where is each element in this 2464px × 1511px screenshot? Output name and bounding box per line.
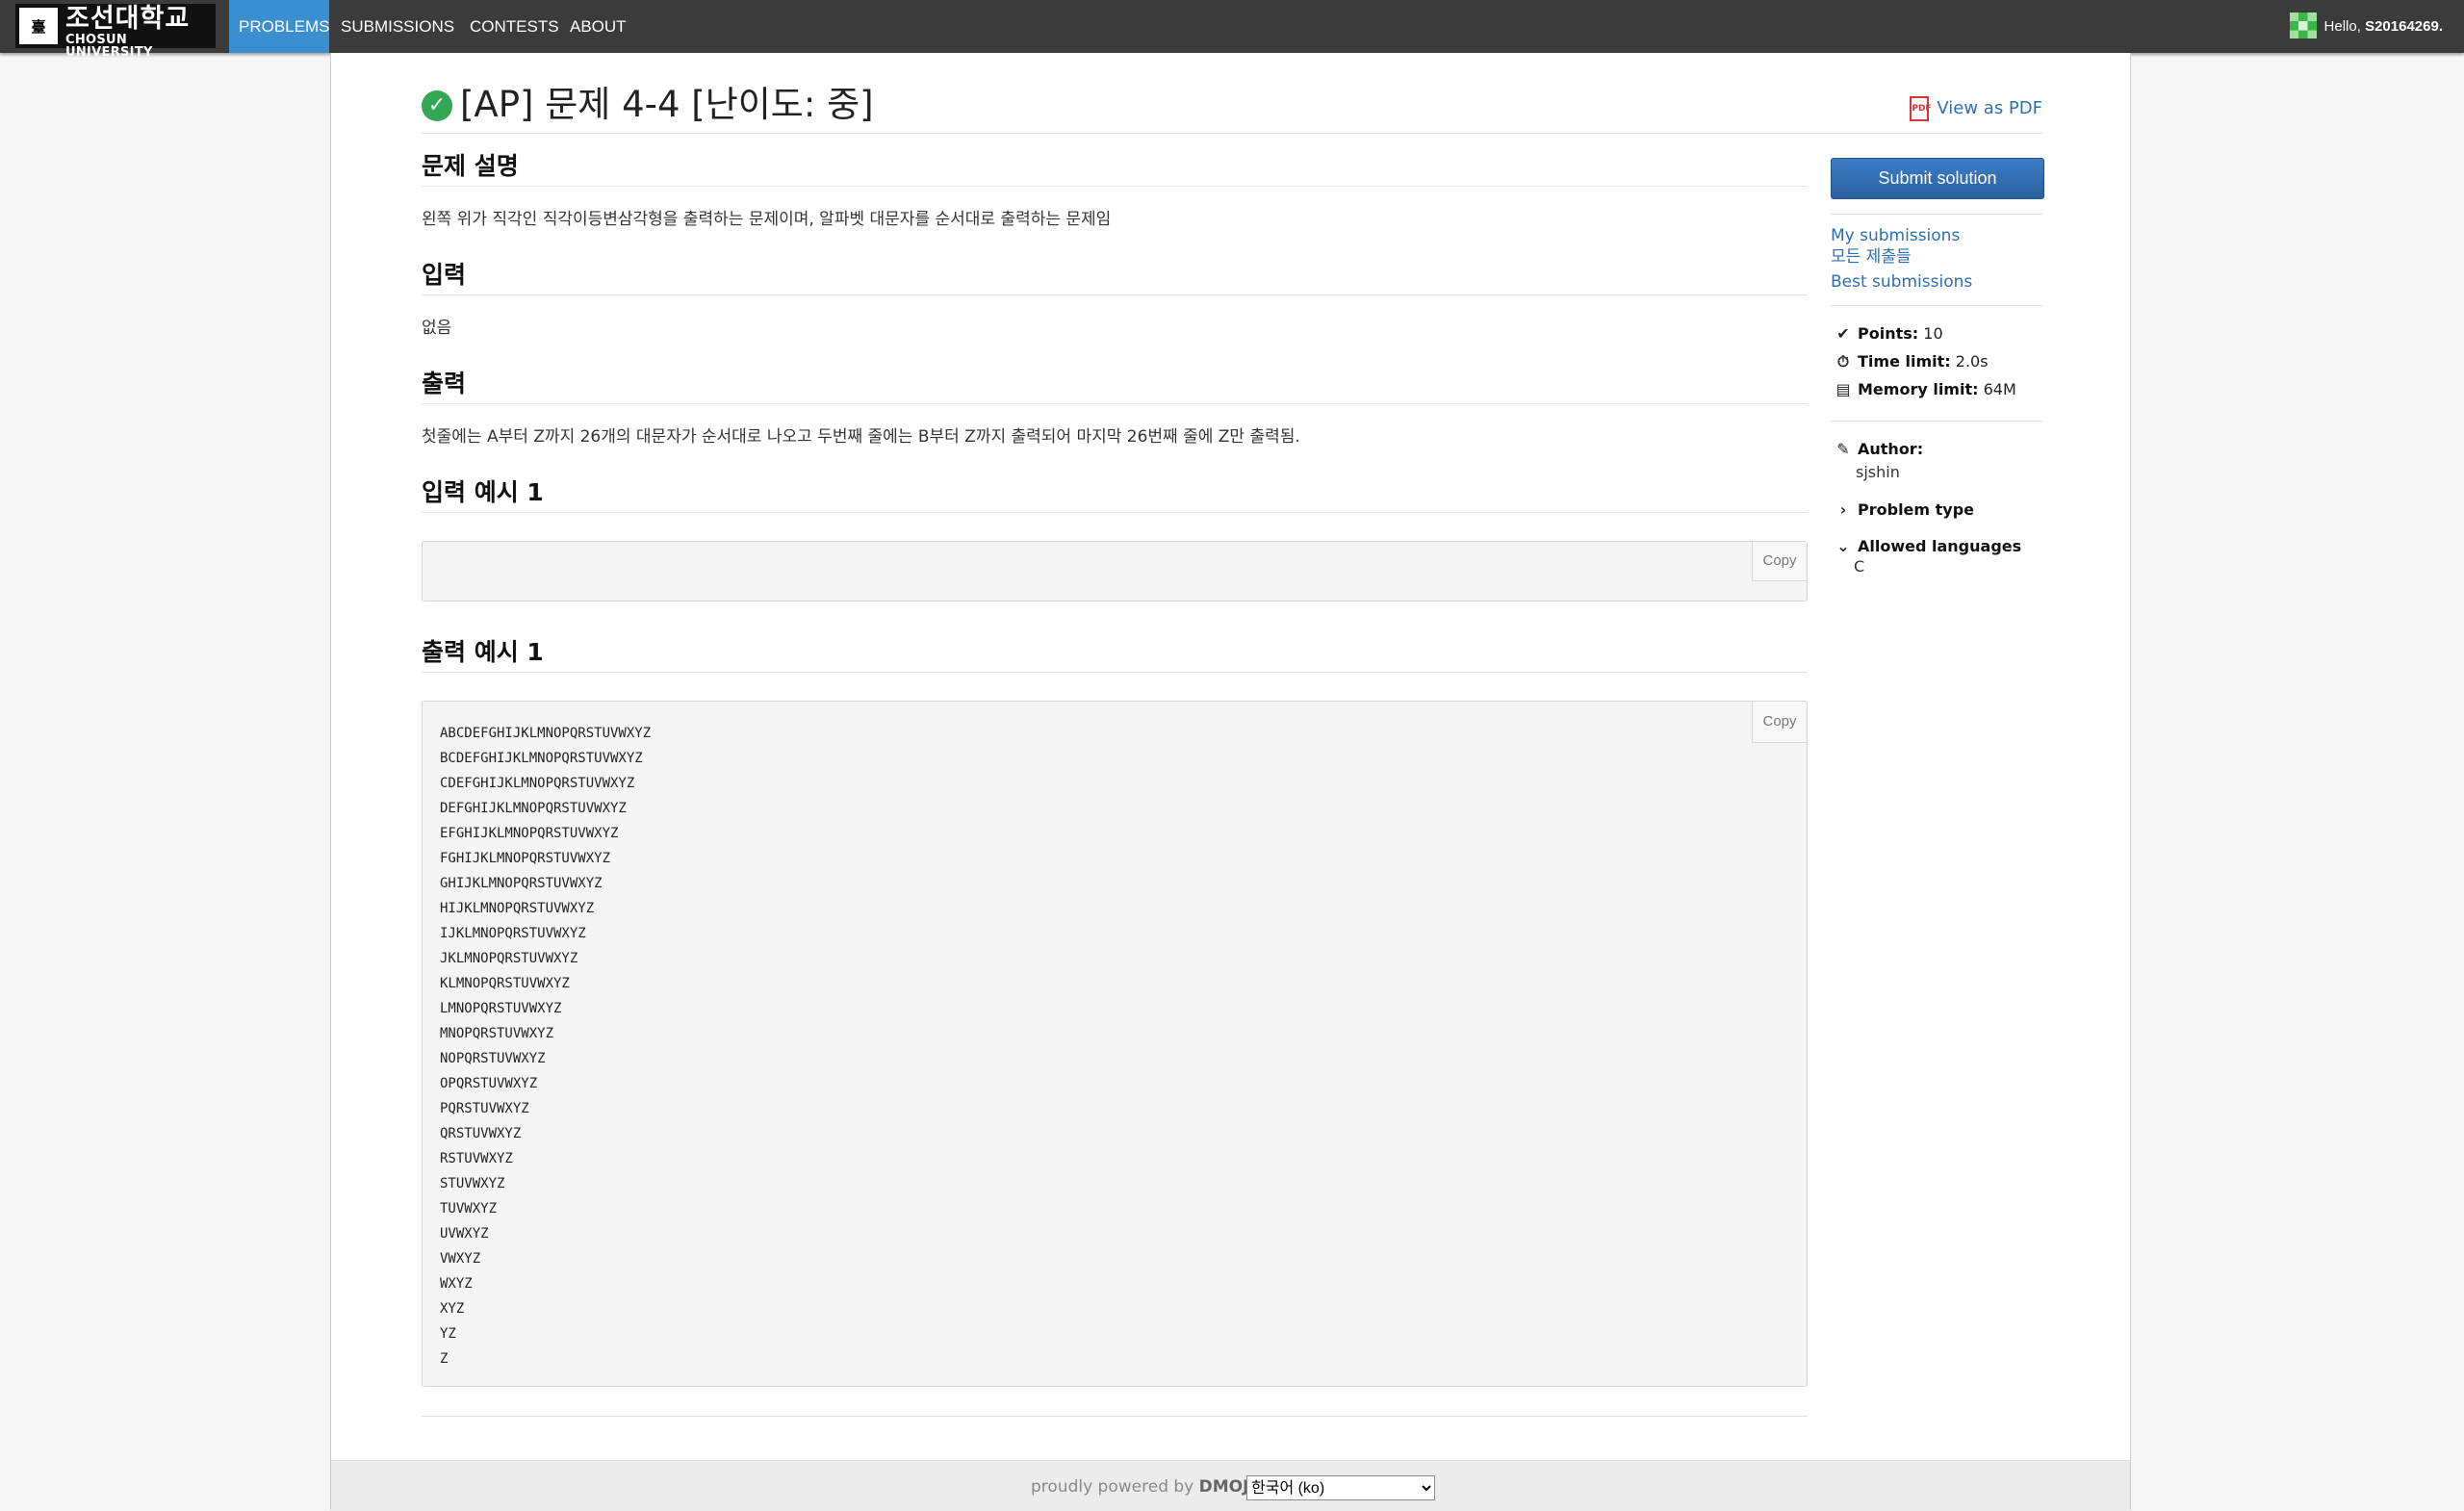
language-select[interactable]: 한국어 (ko) (1246, 1475, 1435, 1500)
memory-limit-label: Memory limit: (1858, 380, 1979, 398)
input-heading: 입력 (422, 260, 1808, 295)
nav-contests[interactable]: CONTESTS (460, 0, 559, 53)
user-avatar-icon (2289, 12, 2317, 39)
logo-text-korean: 조선대학교 (65, 4, 191, 34)
sample-output-line: QRSTUVWXYZ (440, 1126, 522, 1141)
time-limit-info: ⏱ Time limit: 2.0s (1835, 350, 1989, 373)
sample-output-line: FGHIJKLMNOPQRSTUVWXYZ (440, 851, 611, 866)
sample-output-line: YZ (440, 1326, 456, 1342)
footer: proudly powered by DMOJ | 한국어 (ko) (331, 1460, 2130, 1511)
sample-input-code (423, 542, 1807, 576)
points-value: 10 (1923, 324, 1943, 343)
logo-text-english: CHOSUN UNIVERSITY (65, 33, 153, 60)
copy-output-button[interactable]: Copy (1752, 702, 1807, 743)
chevron-right-icon: › (1839, 500, 1847, 519)
sample-output-line: CDEFGHIJKLMNOPQRSTUVWXYZ (440, 776, 635, 791)
pdf-icon: PDF (1910, 96, 1932, 121)
sample-output-box: ABCDEFGHIJKLMNOPQRSTUVWXYZ BCDEFGHIJKLMN… (422, 701, 1808, 1387)
user-greeting: Hello, (2323, 18, 2361, 35)
points-label: Points: (1858, 324, 1919, 343)
sample-output-line: XYZ (440, 1301, 465, 1317)
author-label: Author: (1858, 440, 1924, 458)
my-submissions-link[interactable]: My submissions (1831, 224, 1960, 247)
page-title: [AP] 문제 4-4 [난이도: 중] (460, 84, 874, 125)
sample-output-line: LMNOPQRSTUVWXYZ (440, 1001, 562, 1016)
sample-output-heading: 출력 예시 1 (422, 637, 1808, 673)
user-name: S20164269. (2365, 18, 2443, 35)
problem-type-label: Problem type (1858, 500, 1975, 519)
all-submissions-link[interactable]: 모든 제출들 (1831, 245, 1912, 269)
sidebar-divider (1831, 214, 2042, 215)
output-heading: 출력 (422, 369, 1808, 404)
memory-icon: ▤ (1835, 380, 1851, 398)
description-text: 왼쪽 위가 직각인 직각이등변삼각형을 출력하는 문제이며, 알파벳 대문자를 … (422, 210, 1112, 229)
sample-output-line: ABCDEFGHIJKLMNOPQRSTUVWXYZ (440, 726, 652, 741)
problem-title-row: ✓ [AP] 문제 4-4 [난이도: 중] PDF View as PDF (422, 79, 2042, 134)
sample-output-line: TUVWXYZ (440, 1201, 498, 1216)
sample-output-line: Z (440, 1351, 449, 1367)
allowed-languages-label: Allowed languages (1858, 537, 2022, 555)
sample-input-box: Copy (422, 541, 1808, 602)
sidebar-divider (1831, 421, 2042, 422)
view-pdf-link[interactable]: PDF View as PDF (1910, 96, 2042, 121)
best-submissions-link[interactable]: Best submissions (1831, 270, 1972, 294)
points-info: ✔ Points: 10 (1835, 322, 1943, 346)
sample-output-code: ABCDEFGHIJKLMNOPQRSTUVWXYZ BCDEFGHIJKLMN… (440, 721, 651, 1371)
author-info: ✎ Author: (1835, 438, 1923, 461)
time-limit-value: 2.0s (1955, 352, 1989, 371)
sample-output-line: VWXYZ (440, 1251, 481, 1267)
sample-output-line: STUVWXYZ (440, 1176, 505, 1191)
nav-about[interactable]: ABOUT (560, 0, 635, 53)
sample-output-line: PQRSTUVWXYZ (440, 1101, 529, 1116)
clock-icon: ⏱ (1836, 352, 1850, 371)
memory-limit-info: ▤ Memory limit: 64M (1835, 378, 2016, 401)
footer-text: proudly powered by (1031, 1477, 1194, 1497)
sample-input-heading: 입력 예시 1 (422, 477, 1808, 513)
chevron-down-icon: ⌄ (1836, 537, 1850, 555)
sample-output-line: EFGHIJKLMNOPQRSTUVWXYZ (440, 826, 619, 841)
sample-output-line: RSTUVWXYZ (440, 1151, 513, 1166)
allowed-languages-value: C (1854, 557, 1865, 576)
check-icon: ✔ (1836, 324, 1850, 343)
description-heading: 문제 설명 (422, 151, 1808, 187)
top-navbar: 臺 조선대학교 CHOSUN UNIVERSITY PROBLEMS SUBMI… (0, 0, 2464, 59)
nav-submissions[interactable]: SUBMISSIONS (331, 0, 458, 53)
nav-problems[interactable]: PROBLEMS (229, 0, 329, 53)
view-pdf-label: View as PDF (1937, 98, 2042, 118)
sample-output-line: JKLMNOPQRSTUVWXYZ (440, 951, 578, 966)
allowed-languages-toggle[interactable]: ⌄ Allowed languages (1835, 535, 2021, 558)
sample-output-line: NOPQRSTUVWXYZ (440, 1051, 546, 1066)
sample-output-line: GHIJKLMNOPQRSTUVWXYZ (440, 876, 603, 891)
footer-credit: proudly powered by DMOJ | (1031, 1477, 1260, 1497)
sample-output-line: HIJKLMNOPQRSTUVWXYZ (440, 901, 595, 916)
sample-output-line: IJKLMNOPQRSTUVWXYZ (440, 926, 586, 941)
input-text: 없음 (422, 319, 452, 338)
content-divider (422, 1416, 1808, 1417)
problem-type-toggle[interactable]: › Problem type (1835, 499, 1974, 522)
sample-output-line: BCDEFGHIJKLMNOPQRSTUVWXYZ (440, 751, 643, 766)
time-limit-label: Time limit: (1858, 352, 1951, 371)
memory-limit-value: 64M (1983, 380, 2016, 398)
sample-output-line: WXYZ (440, 1276, 473, 1292)
edit-icon: ✎ (1836, 440, 1850, 458)
university-emblem-icon: 臺 (19, 8, 58, 44)
sample-output-line: KLMNOPQRSTUVWXYZ (440, 976, 570, 991)
copy-input-button[interactable]: Copy (1752, 542, 1807, 581)
output-text: 첫줄에는 A부터 Z까지 26개의 대문자가 순서대로 나오고 두번째 줄에는 … (422, 427, 1300, 447)
sample-output-line: UVWXYZ (440, 1226, 489, 1242)
sample-output-line: OPQRSTUVWXYZ (440, 1076, 538, 1091)
user-menu[interactable]: Hello, S20164269. (2289, 0, 2464, 53)
sidebar-divider (1831, 305, 2042, 306)
dmoj-link[interactable]: DMOJ (1199, 1477, 1249, 1497)
site-logo[interactable]: 臺 조선대학교 CHOSUN UNIVERSITY (15, 4, 216, 59)
sample-output-line: MNOPQRSTUVWXYZ (440, 1026, 554, 1041)
check-circle-icon: ✓ (422, 90, 452, 121)
author-name[interactable]: sjshin (1856, 462, 1900, 483)
submit-solution-button[interactable]: Submit solution (1831, 158, 2044, 199)
sample-output-line: DEFGHIJKLMNOPQRSTUVWXYZ (440, 801, 627, 816)
